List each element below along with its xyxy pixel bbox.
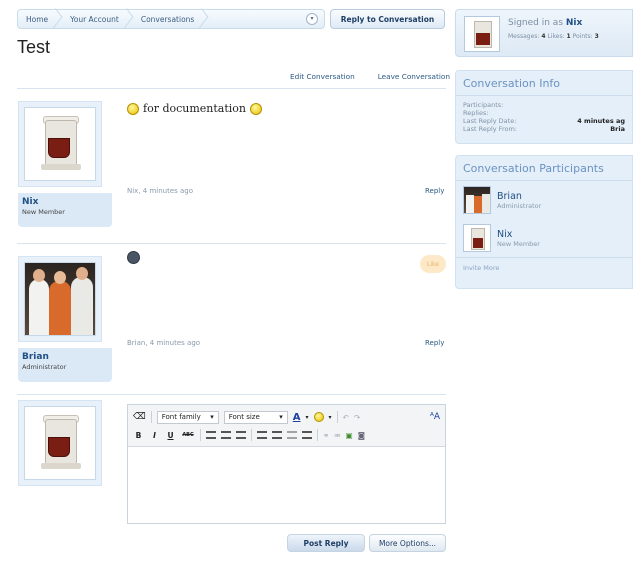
- media-icon[interactable]: ◙: [358, 431, 365, 440]
- message-2-author[interactable]: Brian: [22, 352, 108, 362]
- breadcrumb: Home Your Account Conversations ▾: [17, 9, 325, 29]
- divider: [17, 394, 446, 395]
- editor-toolbar: ⌫ Font family ▾ Font size ▾ A ▾ ▾ ↶ ↷ ᴬA B …: [128, 405, 445, 447]
- text-color-icon[interactable]: A: [293, 412, 301, 423]
- message-1-author[interactable]: Nix: [22, 197, 108, 207]
- conversation-actions: Edit Conversation Leave Conversation: [290, 72, 450, 81]
- participant-item[interactable]: Nix New Member: [456, 219, 632, 257]
- reply-to-conversation-button[interactable]: Reply to Conversation: [330, 9, 445, 29]
- underline-icon[interactable]: U: [165, 431, 176, 440]
- participant-name[interactable]: Nix: [497, 229, 540, 240]
- info-row: Participants:: [463, 101, 504, 109]
- conversation-participants-panel: Conversation Participants Brian Administ…: [455, 155, 633, 289]
- conversation-info-panel: Conversation Info Participants: Replies:…: [455, 70, 633, 144]
- page-title: Test: [17, 37, 51, 57]
- message-1-role: New Member: [22, 208, 65, 216]
- remove-format-icon[interactable]: ⌫: [133, 412, 146, 422]
- participant-role: Administrator: [497, 201, 542, 210]
- participant-role: New Member: [497, 239, 540, 248]
- breadcrumb-conversations[interactable]: Conversations: [131, 10, 207, 28]
- source-toggle-icon[interactable]: ᴬA: [430, 412, 440, 422]
- coffee-maker-avatar: [24, 107, 96, 181]
- strikethrough-icon[interactable]: ABC: [181, 432, 195, 438]
- font-size-select[interactable]: Font size ▾: [223, 410, 288, 424]
- reply-avatar: [18, 400, 102, 486]
- participant-item[interactable]: Brian Administrator: [456, 181, 632, 219]
- italic-icon[interactable]: I: [149, 431, 160, 440]
- smiley-icon: [250, 102, 263, 115]
- divider: [17, 243, 446, 244]
- link-icon[interactable]: ⚭: [323, 431, 329, 440]
- outdent-icon[interactable]: [287, 431, 297, 439]
- smiley-insert-icon[interactable]: [313, 412, 324, 422]
- message-1-avatar[interactable]: [18, 101, 102, 187]
- more-options-button[interactable]: More Options...: [369, 534, 446, 552]
- align-right-icon[interactable]: [236, 431, 246, 439]
- breadcrumb-menu-icon[interactable]: ▾: [306, 13, 318, 25]
- info-row: Last Reply Date: 4 minutes ag: [463, 117, 625, 125]
- edit-conversation-link[interactable]: Edit Conversation: [290, 72, 355, 81]
- participant-avatar[interactable]: [463, 186, 491, 214]
- undo-icon[interactable]: ↶: [343, 413, 349, 422]
- signed-in-stats: Messages: 4 Likes: 1 Points: 3: [508, 33, 599, 40]
- message-2-reply-link[interactable]: Reply: [425, 339, 444, 347]
- breadcrumb-home[interactable]: Home: [18, 10, 60, 28]
- participants-title: Conversation Participants: [456, 156, 632, 181]
- coffee-maker-avatar: [24, 406, 96, 480]
- numbered-list-icon[interactable]: [272, 431, 282, 439]
- message-2-user-card: Brian Administrator: [18, 348, 112, 382]
- align-center-icon[interactable]: [221, 431, 231, 439]
- align-left-icon[interactable]: [206, 431, 216, 439]
- message-1-meta: Nix, 4 minutes ago: [127, 187, 194, 195]
- reply-editor: ⌫ Font family ▾ Font size ▾ A ▾ ▾ ↶ ↷ ᴬA B …: [127, 404, 446, 524]
- conversation-info-title: Conversation Info: [456, 71, 632, 96]
- group-photo-avatar: [24, 262, 96, 336]
- message-1-reply-link[interactable]: Reply: [425, 187, 444, 195]
- font-family-select[interactable]: Font family ▾: [156, 410, 219, 424]
- invite-more-link[interactable]: Invite More: [456, 257, 632, 278]
- message-1-text: for documentation: [127, 102, 263, 115]
- participant-name[interactable]: Brian: [497, 191, 541, 202]
- message-1-user-card: Nix New Member: [18, 193, 112, 227]
- message-2-role: Administrator: [22, 363, 67, 371]
- editor-text-area[interactable]: [128, 447, 445, 523]
- signed-in-avatar[interactable]: [464, 16, 500, 52]
- indent-icon[interactable]: [302, 431, 312, 439]
- redo-icon[interactable]: ↷: [354, 413, 360, 422]
- leave-conversation-link[interactable]: Leave Conversation: [378, 72, 450, 81]
- image-icon[interactable]: ▣: [346, 431, 353, 440]
- info-row: Last Reply From: Bria: [463, 125, 625, 133]
- info-row: Replies:: [463, 109, 489, 117]
- like-button[interactable]: Like: [420, 255, 446, 273]
- message-2-avatar[interactable]: [18, 256, 102, 342]
- signed-in-username[interactable]: Nix: [566, 18, 582, 28]
- breadcrumb-your-account[interactable]: Your Account: [60, 10, 131, 28]
- bullet-list-icon[interactable]: [257, 431, 267, 439]
- message-2-meta: Brian, 4 minutes ago: [127, 339, 201, 347]
- signed-in-label: Signed in as Nix: [508, 18, 583, 28]
- post-reply-button[interactable]: Post Reply: [287, 534, 365, 552]
- smiley-icon: [127, 102, 139, 115]
- divider: [17, 88, 446, 89]
- bold-icon[interactable]: B: [133, 431, 144, 440]
- signed-in-panel: Signed in as Nix Messages: 4 Likes: 1 Po…: [455, 9, 633, 57]
- unlink-icon[interactable]: ⚮: [334, 431, 340, 440]
- participant-avatar[interactable]: [463, 224, 491, 252]
- sunglasses-smiley-icon: [127, 251, 140, 264]
